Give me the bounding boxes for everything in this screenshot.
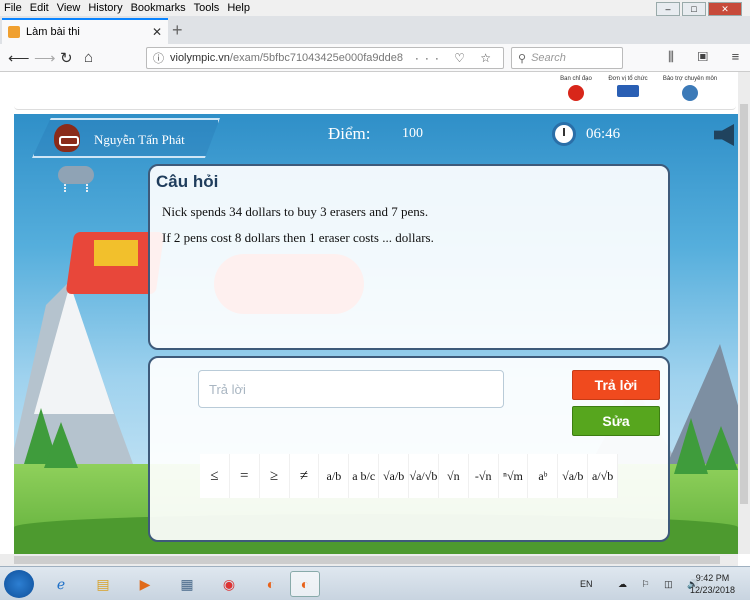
plane-stripe <box>94 240 138 266</box>
tab-bar: Làm bài thi ✕ + <box>0 16 750 44</box>
search-icon: ⚲ <box>518 52 527 65</box>
taskbar: ℯ ▤ ▶ ▦ ◉ ◐ ◐ EN ☁ ⚐ ◫ 🔊 9:42 PM 12/23/2… <box>0 566 750 600</box>
sponsor-steering[interactable]: Ban chỉ đạo <box>546 76 606 101</box>
new-tab-icon[interactable]: + <box>172 20 183 41</box>
horizontal-scrollbar[interactable] <box>0 554 738 566</box>
forward-icon[interactable]: ⟶ <box>34 49 56 67</box>
question-line-2: If 2 pens cost 8 dollars then 1 eraser c… <box>162 230 434 245</box>
speaker-icon[interactable] <box>714 124 734 146</box>
start-button[interactable] <box>4 570 34 598</box>
internet-explorer-icon[interactable]: ℯ <box>46 571 76 597</box>
screen: File Edit View History Bookmarks Tools H… <box>0 0 750 600</box>
nth-root-key[interactable]: ⁿ√m <box>499 454 529 498</box>
less-equal-key[interactable]: ≤ <box>200 454 230 498</box>
rain-cloud-icon <box>58 166 94 184</box>
home-icon[interactable]: ⌂ <box>84 49 93 66</box>
menu-bar: File Edit View History Bookmarks Tools H… <box>0 0 750 16</box>
menu-history[interactable]: History <box>88 2 122 14</box>
player-badge: Nguyễn Tấn Phát <box>32 118 220 158</box>
clock-icon <box>552 122 576 146</box>
close-tab-icon[interactable]: ✕ <box>152 25 162 39</box>
player-name: Nguyễn Tấn Phát <box>94 132 185 147</box>
toolbar-icons[interactable]: ⫼ ▣ ≡ <box>668 49 749 65</box>
avatar-icon <box>54 124 80 152</box>
sponsor-label: Bảo trợ chuyên môn <box>662 76 718 82</box>
game-area: Nguyễn Tấn Phát Điểm: 100 06:46 Câu hỏi … <box>14 114 738 554</box>
question-panel: Câu hỏi Nick spends 34 dollars to buy 3 … <box>148 164 670 350</box>
math-toolbar: ≤ = ≥ ≠ a/b a b/c √a/b √a/√b √n -√n ⁿ√m … <box>200 454 619 498</box>
search-placeholder: Search <box>531 52 566 64</box>
reload-icon[interactable]: ↻ <box>60 49 73 67</box>
menu-help[interactable]: Help <box>227 2 250 14</box>
clock-date: 12/23/2018 <box>690 585 736 595</box>
equal-key[interactable]: = <box>230 454 260 498</box>
score-value: 100 <box>402 126 423 141</box>
timer-value: 06:46 <box>586 126 621 142</box>
url-host: violympic.vn <box>170 52 230 64</box>
scroll-thumb[interactable] <box>740 104 748 504</box>
window-controls: – □ ✕ <box>656 2 742 16</box>
negative-sqrt-key[interactable]: -√n <box>469 454 499 498</box>
menu-edit[interactable]: Edit <box>30 2 49 14</box>
root-over-b-key[interactable]: √a/b <box>558 454 589 498</box>
language-indicator[interactable]: EN <box>580 579 593 589</box>
vertical-scrollbar[interactable] <box>738 72 750 554</box>
answer-input[interactable] <box>198 370 504 408</box>
maximize-button[interactable]: □ <box>682 2 706 16</box>
tab-title: Làm bài thi <box>26 26 80 38</box>
menu-file[interactable]: File <box>4 2 22 14</box>
mixed-fraction-key[interactable]: a b/c <box>349 454 380 498</box>
fpt-logo-icon <box>617 85 639 97</box>
greater-equal-key[interactable]: ≥ <box>260 454 290 498</box>
file-explorer-icon[interactable]: ▤ <box>88 571 118 597</box>
edit-answer-button[interactable]: Sửa <box>572 406 660 436</box>
rain-icon <box>64 184 88 192</box>
url-bar[interactable]: ⓘ violympic.vn/exam/5bfbc71043425e000fa9… <box>146 47 504 69</box>
calculator-icon[interactable]: ▦ <box>172 571 202 597</box>
search-input[interactable]: ⚲ Search <box>511 47 623 69</box>
a-over-root-key[interactable]: a/√b <box>588 454 619 498</box>
system-clock[interactable]: 9:42 PM 12/23/2018 <box>690 572 735 596</box>
page-header: Ban chỉ đạo Đơn vị tổ chức Bảo trợ chuyê… <box>0 72 738 114</box>
question-line-1: Nick spends 34 dollars to buy 3 erasers … <box>162 204 429 219</box>
info-icon[interactable]: ⓘ <box>153 50 164 66</box>
navigation-bar: ⟵ ⟶ ↻ ⌂ ⓘ violympic.vn/exam/5bfbc7104342… <box>0 44 750 72</box>
emblem-icon <box>568 85 584 101</box>
back-icon[interactable]: ⟵ <box>8 49 30 67</box>
sponsor-organizer[interactable]: Đơn vị tổ chức <box>598 76 658 97</box>
sqrt-key[interactable]: √n <box>439 454 469 498</box>
menu-tools[interactable]: Tools <box>194 2 220 14</box>
chrome-icon[interactable]: ◉ <box>214 571 244 597</box>
sqrt-fraction-key[interactable]: √a/b <box>379 454 410 498</box>
not-equal-key[interactable]: ≠ <box>290 454 320 498</box>
divider <box>14 106 736 110</box>
menu-view[interactable]: View <box>57 2 81 14</box>
firefox-active-icon[interactable]: ◐ <box>290 571 320 597</box>
power-key[interactable]: aᵇ <box>528 454 559 498</box>
tab-exam[interactable]: Làm bài thi ✕ <box>2 18 168 44</box>
close-window-button[interactable]: ✕ <box>708 2 742 16</box>
firefox-icon[interactable]: ◐ <box>256 571 286 597</box>
clock-time: 9:42 PM <box>695 573 730 583</box>
submit-answer-button[interactable]: Trả lời <box>572 370 660 400</box>
fraction-key[interactable]: a/b <box>319 454 350 498</box>
sponsor-label: Ban chỉ đạo <box>560 76 592 82</box>
media-player-icon[interactable]: ▶ <box>130 571 160 597</box>
sponsor-patron[interactable]: Bảo trợ chuyên môn <box>660 76 720 101</box>
ministry-logo-icon <box>682 85 698 101</box>
question-title: Câu hỏi <box>156 172 219 191</box>
sponsor-label: Đơn vị tổ chức <box>608 76 648 82</box>
scroll-thumb[interactable] <box>14 556 720 564</box>
menu-bookmarks[interactable]: Bookmarks <box>131 2 186 14</box>
fraction-of-roots-key[interactable]: √a/√b <box>409 454 439 498</box>
answer-panel: Trả lời Sửa ≤ = ≥ ≠ a/b a b/c √a/b √a/√b… <box>148 356 670 542</box>
score-label: Điểm: <box>328 124 371 143</box>
site-favicon-icon <box>8 26 20 38</box>
page-actions-icon[interactable]: ··· ♡ ☆ <box>415 51 497 65</box>
minimize-button[interactable]: – <box>656 2 680 16</box>
url-path: /exam/5bfbc71043425e000fa9dde8 <box>229 52 404 64</box>
